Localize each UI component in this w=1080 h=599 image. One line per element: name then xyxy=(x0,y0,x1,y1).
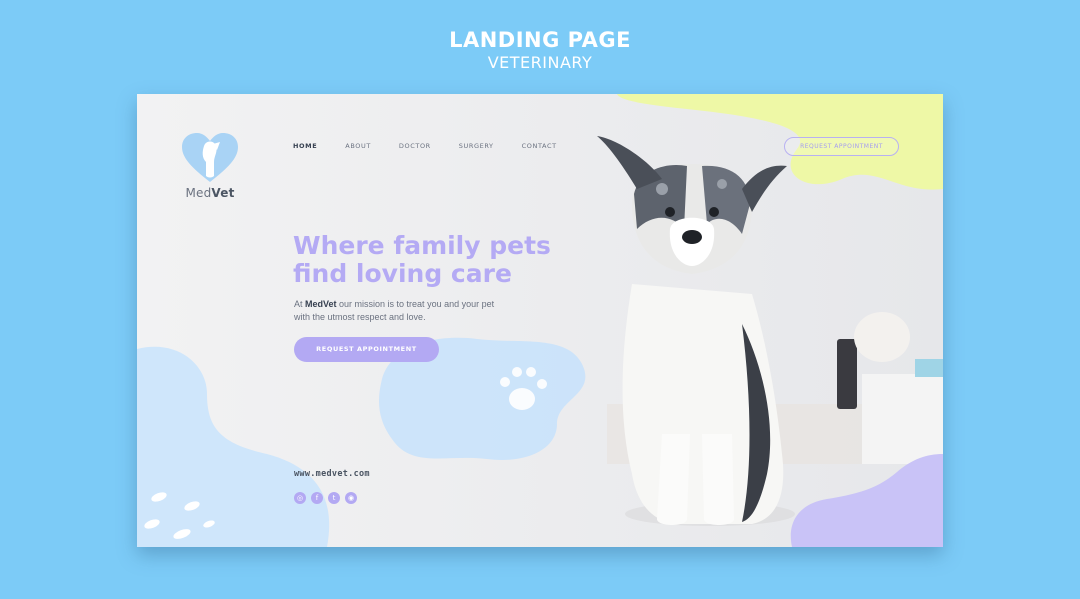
box-shape xyxy=(915,359,943,377)
logo-wordmark: MedVet xyxy=(185,186,235,200)
top-nav: HOME ABOUT DOCTOR SURGERY CONTACT xyxy=(293,142,585,150)
headline-line-1: Where family pets xyxy=(293,231,551,260)
nav-about[interactable]: ABOUT xyxy=(345,142,371,150)
dribbble-icon[interactable]: ◉ xyxy=(345,492,357,504)
social-links: ◎ f t ◉ xyxy=(294,492,357,504)
instagram-icon[interactable]: ◎ xyxy=(294,492,306,504)
headline-line-2: find loving care xyxy=(293,259,512,288)
banner-subtitle: VETERINARY xyxy=(487,53,593,72)
dog-image xyxy=(597,136,795,526)
twitter-icon[interactable]: t xyxy=(328,492,340,504)
nav-surgery[interactable]: SURGERY xyxy=(459,142,494,150)
hero-description: At MedVet our mission is to treat you an… xyxy=(294,299,495,322)
mockup-banner: LANDING PAGE VETERINARY xyxy=(0,26,1080,72)
nav-home[interactable]: HOME xyxy=(293,142,317,150)
background-shapes xyxy=(137,94,943,547)
banner-title: LANDING PAGE xyxy=(449,28,631,52)
cabinet-shape xyxy=(862,374,943,464)
heart-dog-icon xyxy=(182,133,238,182)
appliance-shape xyxy=(837,339,857,409)
medvet-logo[interactable]: MedVet xyxy=(175,132,245,200)
roll-shape xyxy=(854,312,910,362)
nav-contact[interactable]: CONTACT xyxy=(522,142,557,150)
website-url[interactable]: www.medvet.com xyxy=(294,469,370,479)
desc-brand: MedVet xyxy=(305,299,337,309)
facebook-icon[interactable]: f xyxy=(311,492,323,504)
landing-page-preview: MedVet HOME ABOUT DOCTOR SURGERY CONTACT… xyxy=(137,94,943,547)
header-request-appointment-button[interactable]: REQUEST APPOINTMENT xyxy=(784,137,899,156)
hero-request-appointment-button[interactable]: REQUEST APPOINTMENT xyxy=(294,337,439,362)
nav-doctor[interactable]: DOCTOR xyxy=(399,142,431,150)
hero-headline: Where family pets find loving care xyxy=(293,232,583,288)
